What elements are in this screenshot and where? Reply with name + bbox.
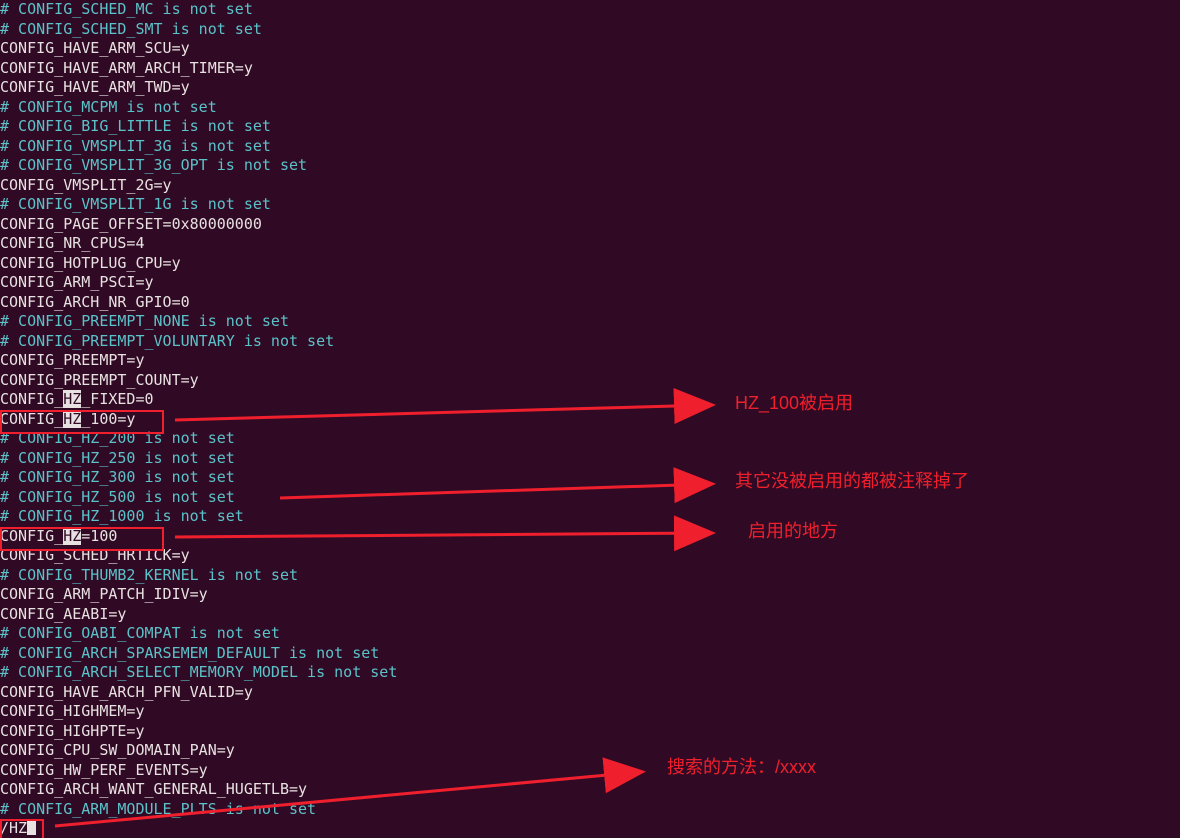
config-line: CONFIG_HZ=100	[0, 527, 1180, 547]
config-line: CONFIG_NR_CPUS=4	[0, 234, 1180, 254]
config-line: CONFIG_HIGHPTE=y	[0, 722, 1180, 742]
config-line: CONFIG_PREEMPT_COUNT=y	[0, 371, 1180, 391]
annotation-1: HZ_100被启用	[735, 394, 853, 414]
config-line: CONFIG_ARCH_NR_GPIO=0	[0, 293, 1180, 313]
config-line: CONFIG_ARCH_WANT_GENERAL_HUGETLB=y	[0, 780, 1180, 800]
annotation-2: 其它没被启用的都被注释掉了	[735, 472, 969, 492]
config-line: # CONFIG_HZ_300 is not set	[0, 468, 1180, 488]
config-line: CONFIG_HW_PERF_EVENTS=y	[0, 761, 1180, 781]
config-line: # CONFIG_BIG_LITTLE is not set	[0, 117, 1180, 137]
config-line: # CONFIG_HZ_500 is not set	[0, 488, 1180, 508]
config-line: # CONFIG_VMSPLIT_1G is not set	[0, 195, 1180, 215]
config-line: CONFIG_ARM_PSCI=y	[0, 273, 1180, 293]
config-line: CONFIG_SCHED_HRTICK=y	[0, 546, 1180, 566]
config-line: CONFIG_HIGHMEM=y	[0, 702, 1180, 722]
config-line: # CONFIG_HZ_250 is not set	[0, 449, 1180, 469]
config-line: CONFIG_HAVE_ARM_SCU=y	[0, 39, 1180, 59]
config-line: # CONFIG_PREEMPT_NONE is not set	[0, 312, 1180, 332]
config-line: CONFIG_VMSPLIT_2G=y	[0, 176, 1180, 196]
annotation-3: 启用的地方	[748, 522, 838, 542]
config-line: # CONFIG_SCHED_MC is not set	[0, 0, 1180, 20]
config-line: CONFIG_HAVE_ARM_ARCH_TIMER=y	[0, 59, 1180, 79]
config-line: # CONFIG_HZ_1000 is not set	[0, 507, 1180, 527]
cursor	[27, 819, 36, 835]
config-line: CONFIG_CPU_SW_DOMAIN_PAN=y	[0, 741, 1180, 761]
config-line: # CONFIG_OABI_COMPAT is not set	[0, 624, 1180, 644]
config-line: # CONFIG_THUMB2_KERNEL is not set	[0, 566, 1180, 586]
search-line[interactable]: /HZ	[0, 819, 1180, 838]
config-line: # CONFIG_ARCH_SPARSEMEM_DEFAULT is not s…	[0, 644, 1180, 664]
annotation-4: 搜索的方法：/xxxx	[667, 758, 816, 778]
config-line: CONFIG_AEABI=y	[0, 605, 1180, 625]
config-line: # CONFIG_ARM_MODULE_PLTS is not set	[0, 800, 1180, 820]
config-line: CONFIG_HAVE_ARCH_PFN_VALID=y	[0, 683, 1180, 703]
config-line: # CONFIG_MCPM is not set	[0, 98, 1180, 118]
config-line: CONFIG_ARM_PATCH_IDIV=y	[0, 585, 1180, 605]
config-line: # CONFIG_HZ_200 is not set	[0, 429, 1180, 449]
config-line: CONFIG_PREEMPT=y	[0, 351, 1180, 371]
config-line: CONFIG_HAVE_ARM_TWD=y	[0, 78, 1180, 98]
config-line: CONFIG_HOTPLUG_CPU=y	[0, 254, 1180, 274]
config-line: # CONFIG_VMSPLIT_3G is not set	[0, 137, 1180, 157]
config-line: # CONFIG_VMSPLIT_3G_OPT is not set	[0, 156, 1180, 176]
config-line: # CONFIG_ARCH_SELECT_MEMORY_MODEL is not…	[0, 663, 1180, 683]
config-line: # CONFIG_SCHED_SMT is not set	[0, 20, 1180, 40]
config-line: CONFIG_HZ_FIXED=0	[0, 390, 1180, 410]
config-line: CONFIG_HZ_100=y	[0, 410, 1180, 430]
config-line: # CONFIG_PREEMPT_VOLUNTARY is not set	[0, 332, 1180, 352]
terminal-output: # CONFIG_SCHED_MC is not set# CONFIG_SCH…	[0, 0, 1180, 838]
config-line: CONFIG_PAGE_OFFSET=0x80000000	[0, 215, 1180, 235]
